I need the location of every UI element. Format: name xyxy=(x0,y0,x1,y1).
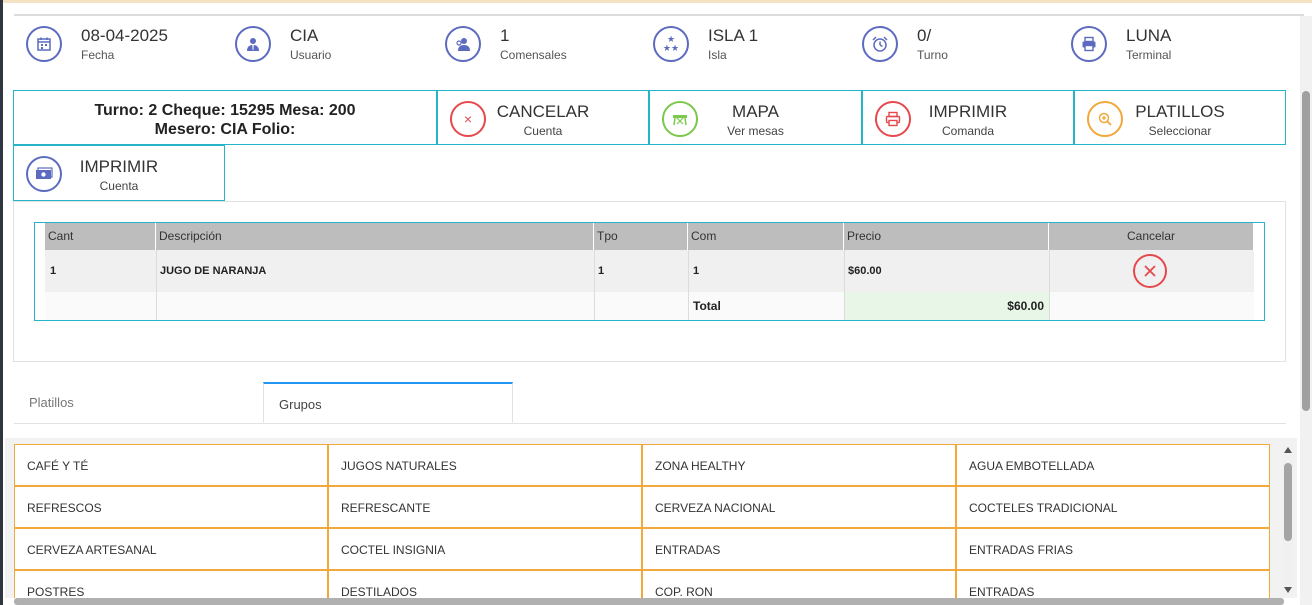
tab-grupos[interactable]: Grupos xyxy=(263,382,513,423)
group-button[interactable]: REFRESCOS xyxy=(14,486,328,528)
cell-precio: $60.00 xyxy=(848,265,882,277)
group-button[interactable]: POSTRES xyxy=(14,570,328,598)
total-row: Total $60.00 xyxy=(45,292,1254,320)
info-value: 0/ xyxy=(917,25,932,45)
action-title: CANCELAR xyxy=(496,102,590,121)
column-header-cancelar: Cancelar xyxy=(1049,223,1254,250)
tab-bar: Platillos Grupos xyxy=(14,382,1286,424)
group-button[interactable]: JUGOS NATURALES xyxy=(328,444,642,486)
print-order-button[interactable]: IMPRIMIR Comanda xyxy=(862,90,1074,145)
groups-scrollbar[interactable] xyxy=(1282,445,1294,595)
header-divider xyxy=(14,14,1304,16)
group-button[interactable]: ENTRADAS FRIAS xyxy=(956,528,1270,570)
group-button[interactable]: CAFÉ Y TÉ xyxy=(14,444,328,486)
scroll-up-arrow-icon[interactable] xyxy=(1284,447,1292,453)
group-button[interactable]: ENTRADAS xyxy=(956,570,1270,598)
column-divider xyxy=(688,250,689,320)
group-button[interactable]: DESTILADOS xyxy=(328,570,642,598)
column-header-descripcion: Descripción xyxy=(156,223,594,250)
cancel-item-button[interactable] xyxy=(1133,254,1167,288)
scroll-down-arrow-icon[interactable] xyxy=(1284,587,1292,593)
info-usuario: CIA Usuario xyxy=(235,22,331,66)
column-header-tpo: Tpo xyxy=(594,223,688,250)
guests-icon xyxy=(445,26,481,62)
group-button[interactable]: CERVEZA NACIONAL xyxy=(642,486,956,528)
action-subtitle: Comanda xyxy=(941,124,995,138)
group-button[interactable]: CERVEZA ARTESANAL xyxy=(14,528,328,570)
column-header-cant: Cant xyxy=(45,223,156,250)
info-label: Terminal xyxy=(1126,47,1172,62)
stars-icon: ★ ★★ xyxy=(653,26,689,62)
group-button[interactable]: COCTELES TRADICIONAL xyxy=(956,486,1270,528)
info-value: 1 xyxy=(500,25,510,45)
info-label: Comensales xyxy=(500,47,567,62)
info-comensales: 1 Comensales xyxy=(445,22,567,66)
info-value: LUNA xyxy=(1126,25,1172,45)
info-terminal: LUNA Terminal xyxy=(1071,22,1171,66)
column-divider xyxy=(844,250,845,320)
calendar-icon xyxy=(26,26,62,62)
cell-tpo: 1 xyxy=(598,265,605,277)
user-tie-icon xyxy=(235,26,271,62)
left-edge-bar xyxy=(0,0,3,605)
tab-platillos[interactable]: Platillos xyxy=(14,382,263,423)
column-divider xyxy=(156,250,157,320)
group-button[interactable]: ZONA HEALTHY xyxy=(642,444,956,486)
total-value: $60.00 xyxy=(1007,299,1044,313)
action-subtitle: Seleccionar xyxy=(1148,124,1212,138)
map-button[interactable]: MAPA Ver mesas xyxy=(649,90,862,145)
alarm-clock-icon xyxy=(862,26,898,62)
table-row: 1 JUGO DE NARANJA 1 1 $60.00 xyxy=(45,250,1254,292)
printer-icon xyxy=(1071,26,1107,62)
cancel-account-button[interactable]: × CANCELAR Cuenta xyxy=(437,90,649,145)
ticket-line-2: Mesero: CIA Folio: xyxy=(154,121,296,138)
info-isla: ★ ★★ ISLA 1 Isla xyxy=(653,22,758,66)
column-divider xyxy=(594,250,595,320)
action-title: IMPRIMIR xyxy=(928,102,1008,121)
action-title: IMPRIMIR xyxy=(79,157,159,176)
top-accent-line xyxy=(0,0,1312,3)
action-subtitle: Cuenta xyxy=(99,179,139,193)
info-label: Turno xyxy=(917,47,948,62)
info-value: CIA xyxy=(290,25,319,45)
group-button[interactable]: ENTRADAS xyxy=(642,528,956,570)
cell-cant: 1 xyxy=(50,265,57,277)
info-label: Usuario xyxy=(290,47,332,62)
column-divider xyxy=(1049,250,1050,320)
action-title: PLATILLOS xyxy=(1135,102,1225,121)
ticket-summary: Turno: 2 Cheque: 15295 Mesa: 200 Mesero:… xyxy=(13,90,437,145)
cell-com: 1 xyxy=(693,265,700,277)
total-label: Total xyxy=(693,299,721,313)
horizontal-scrollbar[interactable] xyxy=(14,598,1284,605)
column-header-com: Com xyxy=(688,223,844,250)
action-subtitle: Cuenta xyxy=(523,124,563,138)
select-dishes-button[interactable]: PLATILLOS Seleccionar xyxy=(1074,90,1286,145)
group-button[interactable]: COCTEL INSIGNIA xyxy=(328,528,642,570)
cell-descripcion: JUGO DE NARANJA xyxy=(160,265,267,277)
groups-grid: CAFÉ Y TÉ JUGOS NATURALES ZONA HEALTHY A… xyxy=(5,438,1297,598)
order-table: Cant Descripción Tpo Com Precio Cancelar… xyxy=(34,222,1265,321)
action-title: MAPA xyxy=(732,102,779,121)
close-icon xyxy=(1144,265,1156,277)
info-label: Isla xyxy=(708,47,727,62)
column-header-precio: Precio xyxy=(844,223,1049,250)
ticket-line-1: Turno: 2 Cheque: 15295 Mesa: 200 xyxy=(94,102,356,119)
action-subtitle: Ver mesas xyxy=(727,124,784,138)
print-account-button[interactable]: IMPRIMIR Cuenta xyxy=(13,145,225,201)
group-button[interactable]: REFRESCANTE xyxy=(328,486,642,528)
info-turno: 0/Turno xyxy=(862,22,948,66)
groups-scrollbar-thumb[interactable] xyxy=(1284,463,1292,541)
info-value: ISLA 1 xyxy=(708,25,759,45)
info-fecha: 08-04-2025 Fecha xyxy=(26,22,168,66)
page-scrollbar[interactable] xyxy=(1300,16,1312,605)
page-scrollbar-thumb[interactable] xyxy=(1302,91,1310,411)
group-button[interactable]: AGUA EMBOTELLADA xyxy=(956,444,1270,486)
info-value: 08-04-2025 xyxy=(81,25,168,45)
info-label: Fecha xyxy=(81,47,115,62)
group-button[interactable]: COP. RON xyxy=(642,570,956,598)
session-info-row: 08-04-2025 Fecha CIA Usuario 1 Comensales ★… xyxy=(26,22,1286,66)
